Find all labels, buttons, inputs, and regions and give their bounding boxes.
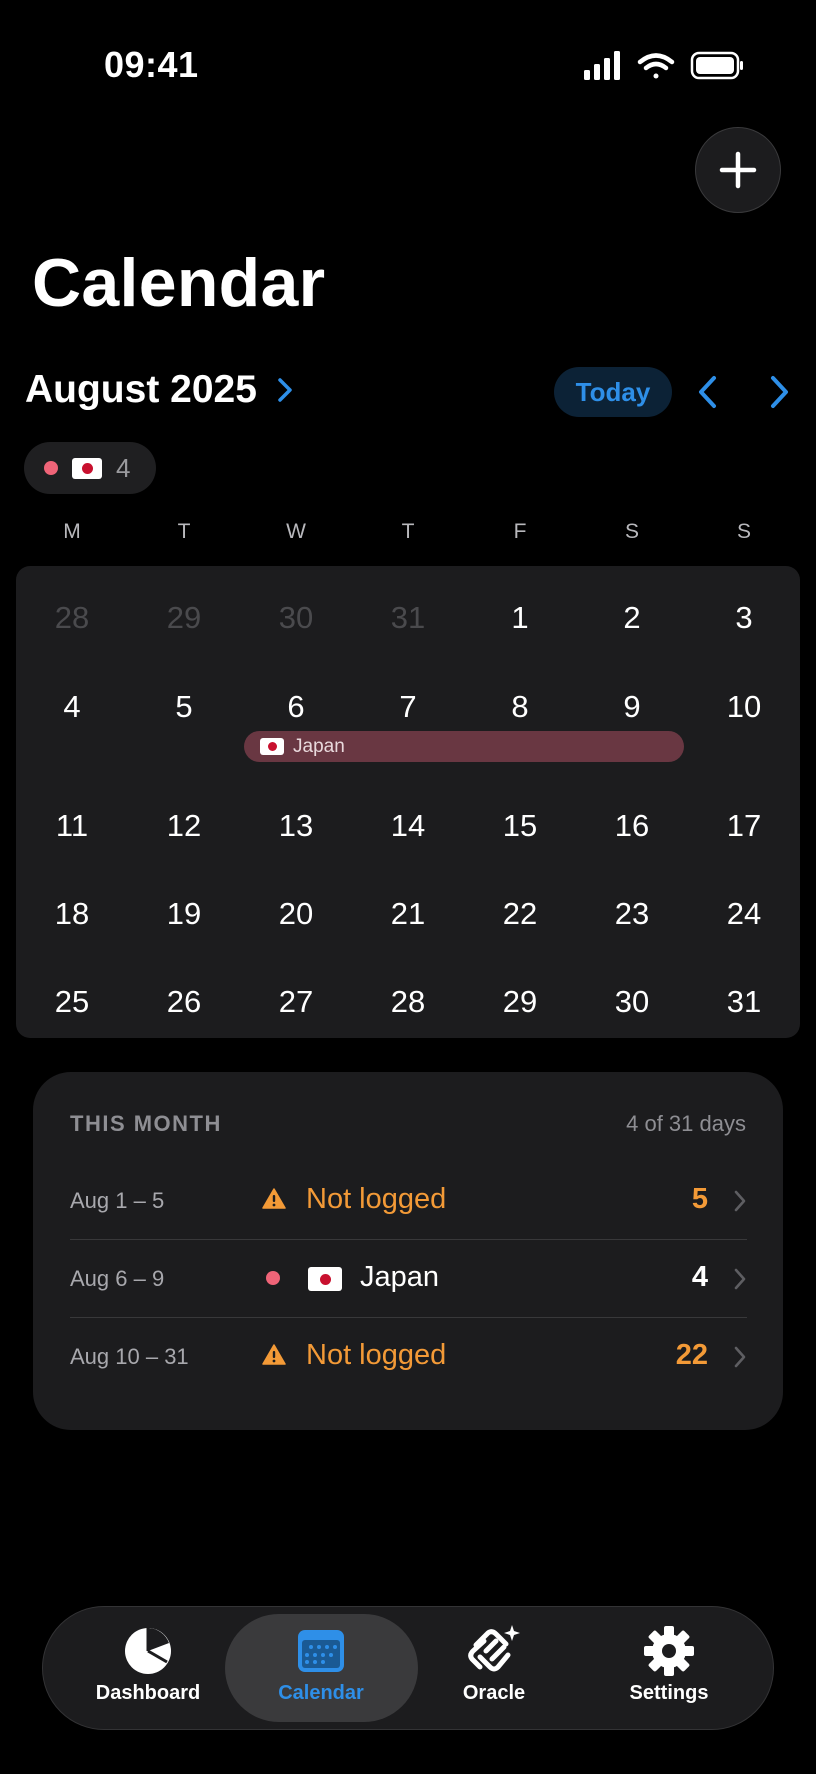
calendar-day-outside[interactable]: 31 [352,600,464,636]
weekday-label: S [736,520,751,543]
calendar-day[interactable]: 14 [352,808,464,844]
calendar-day[interactable]: 31 [688,984,800,1020]
calendar-day[interactable]: 8 [464,689,576,725]
trip-color-dot [266,1271,280,1285]
tab-label: Dashboard [95,1682,201,1704]
calendar-day[interactable]: 18 [16,896,128,932]
tab-dashboard[interactable]: Dashboard [58,1622,238,1722]
calendar-day[interactable]: 12 [128,808,240,844]
warning-icon [262,1344,286,1365]
calendar-day[interactable]: 30 [576,984,688,1020]
row-divider [70,1317,747,1318]
previous-month-icon[interactable] [695,374,721,410]
trip-color-dot [44,461,58,475]
battery-icon [690,51,743,80]
period-label[interactable]: Japan [360,1261,439,1294]
japan-flag-icon [72,457,102,479]
japan-flag-icon [260,738,284,755]
calendar-icon [298,1630,344,1672]
calendar-day[interactable]: 23 [576,896,688,932]
add-button[interactable] [695,127,781,213]
gear-icon [644,1626,694,1676]
calendar-day[interactable]: 15 [464,808,576,844]
calendar-day[interactable]: 16 [576,808,688,844]
tab-oracle[interactable]: Oracle [404,1622,584,1722]
calendar-day[interactable]: 17 [688,808,800,844]
period-day-count: 22 [675,1339,708,1371]
status-time: 09:41 [104,44,199,85]
chevron-right-icon[interactable] [733,1267,747,1291]
plus-icon [719,151,757,189]
tab-label: Oracle [462,1682,526,1704]
weekday-label: F [513,520,527,543]
period-day-count: 5 [691,1183,708,1215]
calendar-day-outside[interactable]: 28 [16,600,128,636]
calendar-day[interactable]: 26 [128,984,240,1020]
trip-event-label: Japan [293,735,345,757]
month-picker-label[interactable]: August 2025 [25,368,257,412]
period-label[interactable]: Not logged [306,1339,446,1372]
pie-chart-icon [125,1628,171,1674]
tab-calendar[interactable]: Calendar [231,1622,411,1722]
tab-label: Calendar [278,1682,364,1704]
chevron-right-icon[interactable] [733,1345,747,1369]
japan-flag-icon [308,1267,342,1291]
calendar-day[interactable]: 3 [688,600,800,636]
calendar-day[interactable]: 20 [240,896,352,932]
warning-icon [262,1188,286,1209]
chevron-right-icon[interactable] [275,376,295,404]
calendar-day[interactable]: 5 [128,689,240,725]
trip-event-bar[interactable]: Japan [244,731,684,762]
weekday-label: T [401,520,415,543]
calendar-day[interactable]: 10 [688,689,800,725]
period-range: Aug 1 – 5 [70,1188,165,1213]
tab-settings[interactable]: Settings [579,1622,759,1722]
calendar-day[interactable]: 21 [352,896,464,932]
weekday-label: W [286,520,306,543]
weekday-label: M [63,520,81,543]
status-icons [584,51,743,80]
calendar-day[interactable]: 29 [464,984,576,1020]
calendar-day[interactable]: 27 [240,984,352,1020]
calendar-day[interactable]: 24 [688,896,800,932]
calendar-day-outside[interactable]: 29 [128,600,240,636]
trip-day-count: 4 [116,452,131,483]
chevron-right-icon[interactable] [733,1189,747,1213]
today-button[interactable]: Today [554,367,672,417]
signal-icon [584,51,620,80]
calendar-day[interactable]: 25 [16,984,128,1020]
calendar-day[interactable]: 4 [16,689,128,725]
oracle-sparkle-icon [468,1625,520,1672]
tab-label: Settings [629,1682,709,1704]
period-day-count: 4 [691,1261,708,1293]
weekday-label: T [177,520,191,543]
trip-filter-chip[interactable]: 4 [24,442,156,494]
calendar-day[interactable]: 7 [352,689,464,725]
page-title: Calendar [32,245,326,321]
weekday-label: S [624,520,639,543]
row-divider [70,1239,747,1240]
calendar-day[interactable]: 2 [576,600,688,636]
period-range: Aug 6 – 9 [70,1266,165,1291]
calendar-day[interactable]: 13 [240,808,352,844]
calendar-grid [16,566,800,1038]
next-month-icon[interactable] [766,374,792,410]
period-label[interactable]: Not logged [306,1183,446,1216]
this-month-title: THIS MONTH [70,1111,222,1136]
calendar-day[interactable]: 19 [128,896,240,932]
calendar-day[interactable]: 6 [240,689,352,725]
period-range: Aug 10 – 31 [70,1344,189,1369]
calendar-day[interactable]: 22 [464,896,576,932]
calendar-day[interactable]: 28 [352,984,464,1020]
calendar-day[interactable]: 9 [576,689,688,725]
calendar-day-outside[interactable]: 30 [240,600,352,636]
wifi-icon [637,53,675,79]
this-month-summary: 4 of 31 days [626,1111,746,1136]
calendar-day[interactable]: 11 [16,808,128,844]
calendar-day[interactable]: 1 [464,600,576,636]
